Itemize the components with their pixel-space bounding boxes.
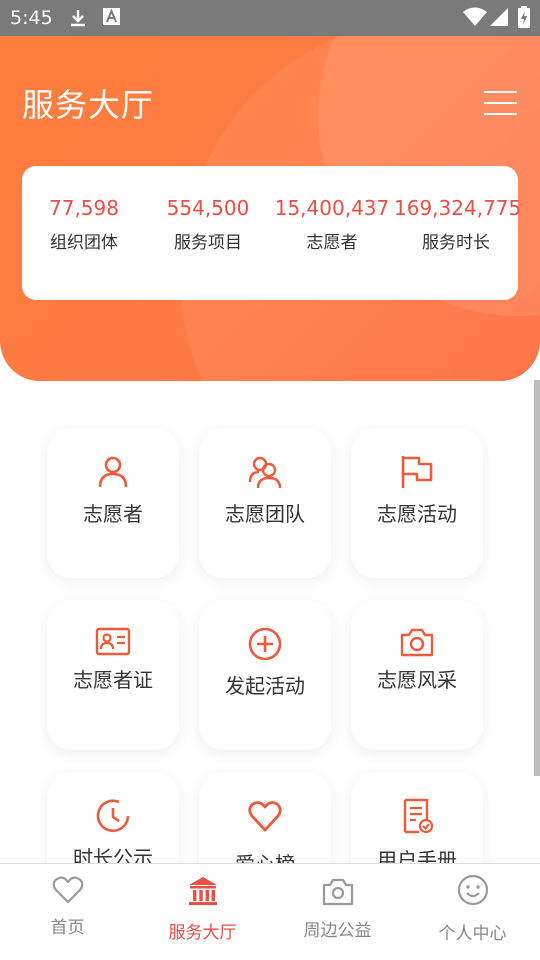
header-banner: 服务大厅 77,598 组织团体 554,500 服务项目 15,400,437…: [0, 36, 540, 381]
stat-volunteers[interactable]: 15,400,437 志愿者: [270, 196, 394, 253]
nav-label: 周边公益: [303, 921, 372, 941]
status-time: 5:45: [10, 7, 53, 29]
menu-icon[interactable]: [484, 91, 517, 117]
tile-launch-activity[interactable]: 发起活动: [199, 600, 331, 750]
stats-card: 77,598 组织团体 554,500 服务项目 15,400,437 志愿者 …: [22, 166, 522, 300]
stat-label: 组织团体: [50, 233, 118, 253]
download-icon: [71, 10, 85, 27]
stat-value: 554,500: [166, 196, 250, 220]
nav-label: 个人中心: [438, 924, 507, 944]
nav-label: 服务大厅: [168, 923, 237, 943]
stat-value: 15,400,437: [274, 196, 390, 220]
stat-service-hours[interactable]: 169,324,775 服务时长: [394, 196, 522, 253]
heart-outline-icon: [52, 876, 84, 904]
stat-label: 服务项目: [174, 233, 242, 253]
user-icon: [98, 456, 128, 488]
id-card-icon: [95, 627, 131, 656]
stat-value: 169,324,775: [394, 196, 522, 220]
tile-volunteer-showcase[interactable]: 志愿风采: [351, 600, 483, 750]
stat-organizations[interactable]: 77,598 组织团体: [22, 196, 146, 253]
tile-volunteer[interactable]: 志愿者: [47, 428, 179, 578]
status-bar: 5:45: [0, 0, 540, 36]
tile-label: 发起活动: [225, 674, 305, 698]
hall-icon: [189, 877, 217, 905]
tile-label: 志愿者证: [73, 668, 153, 692]
tile-volunteer-team[interactable]: 志愿团队: [199, 428, 331, 578]
smiley-icon: [457, 874, 489, 906]
nav-profile[interactable]: 个人中心: [405, 864, 540, 960]
stat-value: 77,598: [49, 196, 119, 220]
nav-home[interactable]: 首页: [0, 864, 135, 960]
signal-icon: [490, 8, 508, 26]
nav-nearby-charity[interactable]: 周边公益: [270, 864, 405, 960]
battery-charging-icon: [518, 6, 530, 28]
scrollbar[interactable]: [534, 380, 540, 776]
tile-label: 志愿者: [83, 502, 143, 526]
bottom-nav: 首页 服务大厅 周边公益 个人中心: [0, 863, 540, 960]
plus-circle-icon: [248, 627, 282, 661]
nav-label: 首页: [50, 918, 85, 938]
app-notification-icon: [103, 8, 120, 25]
tile-volunteer-activity[interactable]: 志愿活动: [351, 428, 483, 578]
tile-volunteer-certificate[interactable]: 志愿者证: [47, 600, 179, 750]
camera-icon: [322, 878, 354, 906]
stat-projects[interactable]: 554,500 服务项目: [146, 196, 270, 253]
stat-label: 服务时长: [422, 233, 490, 253]
tile-label: 志愿活动: [377, 502, 457, 526]
camera-icon: [400, 628, 434, 657]
heart-icon: [248, 801, 282, 832]
clock-icon: [96, 799, 130, 833]
tile-label: 志愿团队: [225, 502, 305, 526]
wifi-icon: [463, 7, 487, 26]
nav-service-hall[interactable]: 服务大厅: [135, 864, 270, 960]
stat-label: 志愿者: [306, 233, 358, 253]
flag-icon: [401, 456, 433, 488]
manual-icon: [403, 798, 434, 834]
team-icon: [248, 456, 282, 489]
tile-label: 志愿风采: [377, 668, 457, 692]
page-title: 服务大厅: [22, 86, 155, 124]
